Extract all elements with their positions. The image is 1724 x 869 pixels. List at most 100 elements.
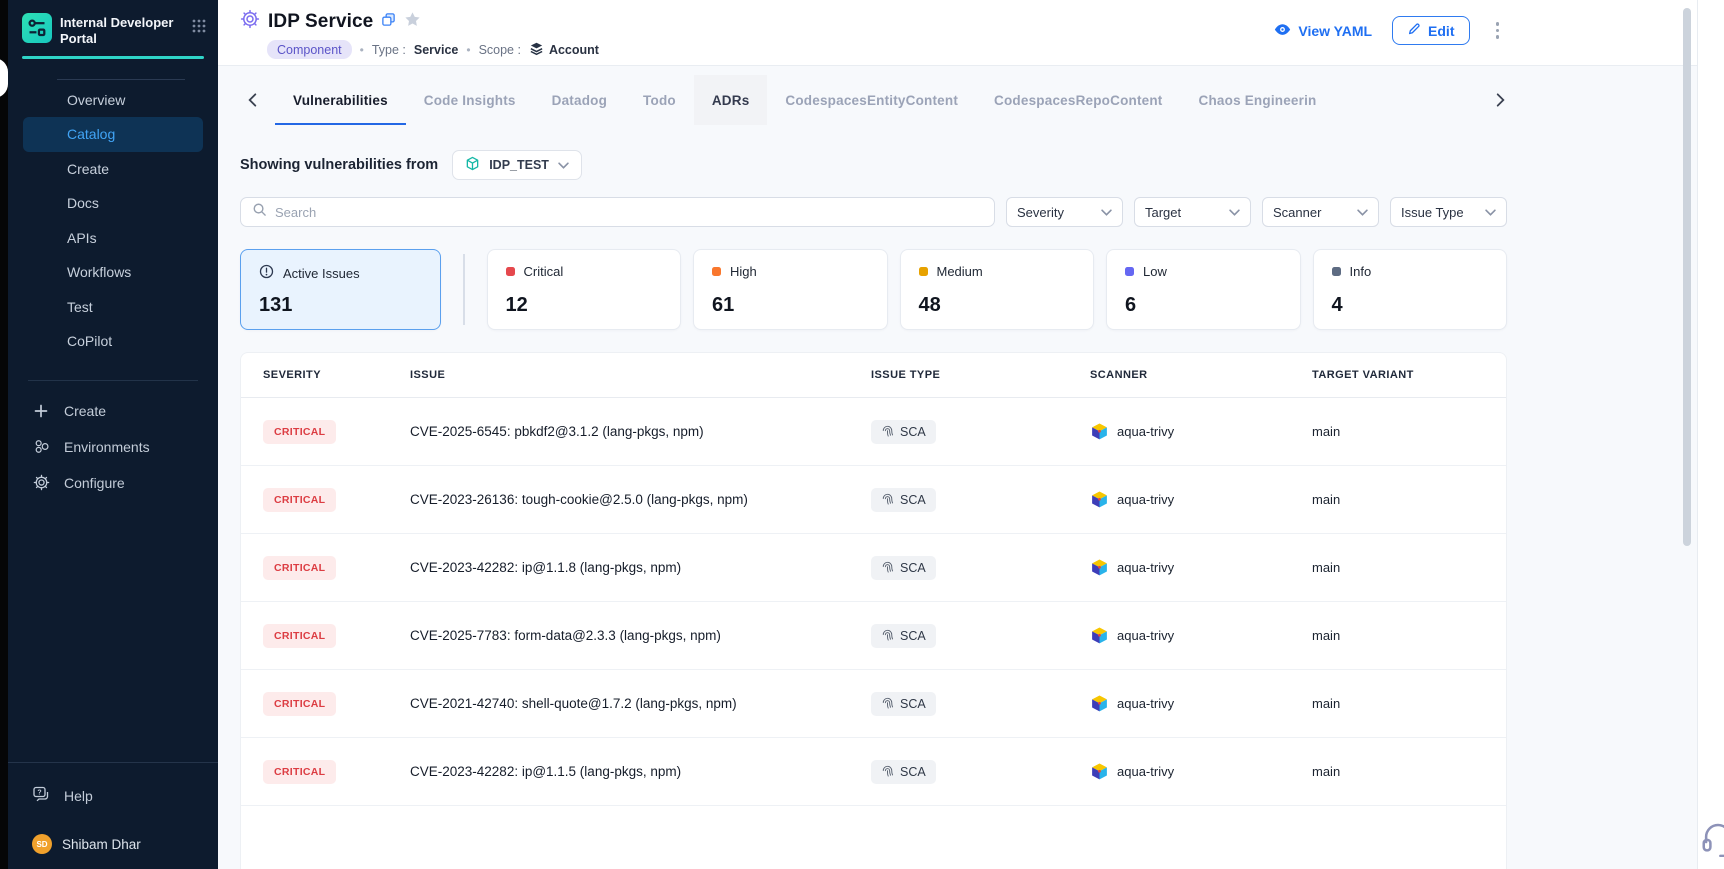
apps-grid-icon[interactable] [192, 19, 206, 38]
sidebar-action-label: Create [64, 403, 106, 419]
issue-type-filter[interactable]: Issue Type [1390, 197, 1507, 227]
column-issue: ISSUE [410, 369, 871, 381]
sidebar-item-label: Workflows [67, 264, 131, 280]
search-input[interactable] [275, 205, 983, 220]
fingerprint-icon [881, 765, 894, 778]
issue-title: CVE-2023-42282: ip@1.1.5 (lang-pkgs, npm… [410, 764, 871, 779]
background-window-edge [0, 0, 8, 869]
severity-card[interactable]: Low 6 [1106, 249, 1301, 330]
sidebar-item-label: Create [67, 161, 109, 177]
fingerprint-icon [881, 697, 894, 710]
sidebar-action-configure[interactable]: Configure [8, 465, 218, 501]
sidebar-action-environments[interactable]: Environments [8, 429, 218, 465]
showing-vulnerabilities-label: Showing vulnerabilities from [240, 157, 438, 173]
target-variant: main [1312, 696, 1506, 711]
copy-icon[interactable] [381, 12, 396, 32]
issue-type-chip: SCA [871, 760, 936, 784]
active-issues-card[interactable]: Active Issues 131 [240, 249, 441, 330]
view-yaml-button[interactable]: View YAML [1274, 23, 1372, 39]
card-value: 6 [1125, 294, 1282, 317]
tabs-scroll-left-icon[interactable] [240, 93, 265, 107]
tab[interactable]: ADRs [694, 75, 768, 125]
tabs-bar: Vulnerabilities Code Insights Datadog To… [240, 75, 1507, 125]
user-name: Shibam Dhar [62, 837, 141, 852]
cards-divider [463, 254, 465, 325]
severity-card[interactable]: High 61 [693, 249, 888, 330]
severity-card[interactable]: Medium 48 [900, 249, 1095, 330]
table-row[interactable]: CRITICAL CVE-2023-26136: tough-cookie@2.… [241, 466, 1506, 534]
table-row[interactable]: CRITICAL CVE-2023-42282: ip@1.1.8 (lang-… [241, 534, 1506, 602]
target-variant: main [1312, 424, 1506, 439]
portal-logo-icon [22, 13, 52, 48]
alert-circle-icon [259, 264, 274, 282]
vulnerabilities-table: SEVERITY ISSUE ISSUE TYPE SCANNER TARGET… [240, 352, 1507, 869]
more-options-kebab-icon[interactable] [1490, 18, 1506, 43]
sidebar-item[interactable]: Docs [23, 186, 203, 221]
sidebar-item[interactable]: Catalog [23, 117, 203, 152]
severity-filter[interactable]: Severity [1006, 197, 1123, 227]
favorite-star-icon[interactable] [404, 11, 421, 33]
card-label: Critical [524, 264, 564, 279]
search-icon [252, 202, 267, 222]
target-variant: main [1312, 628, 1506, 643]
card-value: 12 [506, 294, 663, 317]
target-variant: main [1312, 560, 1506, 575]
severity-dot [712, 267, 721, 276]
issue-type-chip: SCA [871, 692, 936, 716]
table-row[interactable]: CRITICAL CVE-2021-42740: shell-quote@1.7… [241, 670, 1506, 738]
scanner-filter[interactable]: Scanner [1262, 197, 1379, 227]
trivy-icon [1090, 762, 1109, 781]
severity-card[interactable]: Critical 12 [487, 249, 682, 330]
issue-type-chip: SCA [871, 488, 936, 512]
table-row[interactable]: CRITICAL CVE-2023-42282: ip@1.1.5 (lang-… [241, 738, 1506, 806]
sidebar-action-label: Environments [64, 439, 150, 455]
card-value: 61 [712, 294, 869, 317]
table-header: SEVERITY ISSUE ISSUE TYPE SCANNER TARGET… [241, 353, 1506, 398]
edit-button[interactable]: Edit [1392, 16, 1469, 45]
issue-type-chip: SCA [871, 420, 936, 444]
trivy-icon [1090, 626, 1109, 645]
sidebar-item[interactable]: CoPilot [23, 324, 203, 359]
sidebar-item[interactable]: APIs [23, 221, 203, 256]
severity-card[interactable]: Info 4 [1313, 249, 1508, 330]
table-row[interactable]: CRITICAL CVE-2025-6545: pbkdf2@3.1.2 (la… [241, 398, 1506, 466]
severity-badge: CRITICAL [263, 556, 336, 580]
sidebar-item[interactable]: Test [23, 290, 203, 325]
kind-badge[interactable]: Component [267, 40, 352, 59]
sidebar-item[interactable]: Workflows [23, 255, 203, 290]
source-selector[interactable]: IDP_TEST [452, 150, 582, 180]
severity-badge: CRITICAL [263, 624, 336, 648]
trivy-icon [1090, 490, 1109, 509]
table-row[interactable]: CRITICAL CVE-2025-7783: form-data@2.3.3 … [241, 602, 1506, 670]
sidebar-item[interactable]: Overview [23, 83, 203, 118]
right-gutter [1697, 0, 1724, 869]
severity-badge: CRITICAL [263, 692, 336, 716]
severity-cards: Critical 12 High 61 [487, 249, 1508, 330]
tab[interactable]: Chaos Engineerin [1181, 75, 1335, 125]
target-filter[interactable]: Target [1134, 197, 1251, 227]
tabs-scroll-right-icon[interactable] [1488, 93, 1513, 107]
sidebar-item-label: APIs [67, 230, 97, 246]
tab[interactable]: Vulnerabilities [275, 75, 406, 125]
fingerprint-icon [881, 425, 894, 438]
tab[interactable]: Todo [625, 75, 694, 125]
brand-title: Internal Developer Portal [60, 13, 184, 47]
scanner-cell: aqua-trivy [1090, 762, 1312, 781]
target-variant: main [1312, 764, 1506, 779]
layers-icon [529, 41, 544, 59]
table-body: CRITICAL CVE-2025-6545: pbkdf2@3.1.2 (la… [241, 398, 1506, 806]
tab[interactable]: Datadog [534, 75, 625, 125]
scrollbar-thumb[interactable] [1683, 8, 1691, 546]
tab[interactable]: CodespacesRepoContent [976, 75, 1180, 125]
scanner-cell: aqua-trivy [1090, 422, 1312, 441]
sidebar-divider [28, 380, 198, 381]
tab[interactable]: CodespacesEntityContent [767, 75, 976, 125]
support-headset-icon[interactable] [1699, 819, 1724, 862]
sidebar-item-label: Test [67, 299, 93, 315]
sidebar-action-create[interactable]: Create [8, 393, 218, 429]
user-menu[interactable]: SD Shibam Dhar [8, 834, 218, 854]
tab[interactable]: Code Insights [406, 75, 534, 125]
chevron-down-icon [1357, 209, 1368, 216]
sidebar-item[interactable]: Create [23, 152, 203, 187]
help-button[interactable]: ? Help [8, 785, 218, 806]
